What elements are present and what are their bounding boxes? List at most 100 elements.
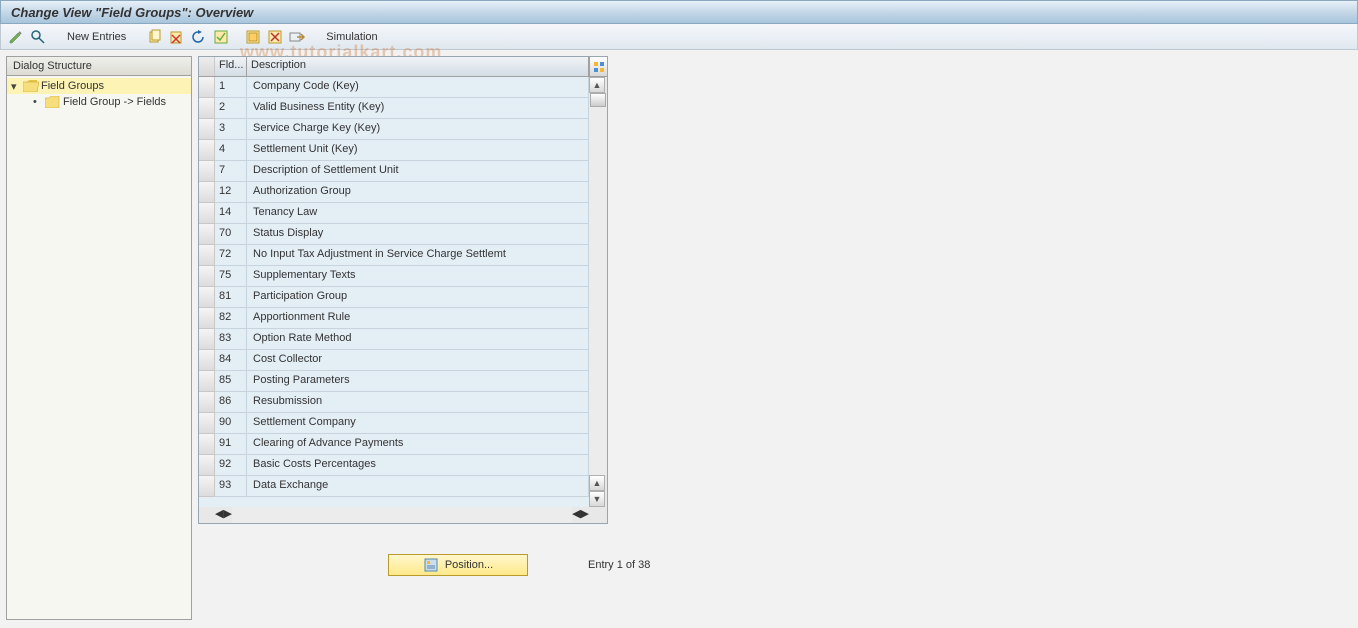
cell-fld[interactable]: 1 <box>215 77 247 98</box>
table-row[interactable]: 92Basic Costs Percentages <box>199 455 589 476</box>
table-row[interactable]: 70Status Display <box>199 224 589 245</box>
cell-description[interactable]: Option Rate Method <box>247 329 589 350</box>
cell-fld[interactable]: 2 <box>215 98 247 119</box>
copy-icon[interactable] <box>146 28 164 46</box>
row-selector[interactable] <box>199 77 215 98</box>
cell-description[interactable]: Supplementary Texts <box>247 266 589 287</box>
horizontal-scrollbar[interactable]: ◀ ▶ ◀ ▶ <box>199 507 607 523</box>
row-selector[interactable] <box>199 203 215 224</box>
row-selector[interactable] <box>199 476 215 497</box>
cell-description[interactable]: Settlement Unit (Key) <box>247 140 589 161</box>
table-row[interactable]: 4Settlement Unit (Key) <box>199 140 589 161</box>
scroll-down-icon[interactable]: ▼ <box>589 491 605 507</box>
row-selector[interactable] <box>199 182 215 203</box>
row-selector[interactable] <box>199 371 215 392</box>
collapse-icon[interactable]: ▾ <box>11 80 23 93</box>
scroll-left-icon[interactable]: ◀ <box>215 507 223 523</box>
cell-description[interactable]: Participation Group <box>247 287 589 308</box>
scroll-left2-icon[interactable]: ◀ <box>572 507 580 523</box>
table-row[interactable]: 83Option Rate Method <box>199 329 589 350</box>
row-selector[interactable] <box>199 98 215 119</box>
select-block-icon[interactable] <box>244 28 262 46</box>
table-row[interactable]: 72No Input Tax Adjustment in Service Cha… <box>199 245 589 266</box>
table-row[interactable]: 3Service Charge Key (Key) <box>199 119 589 140</box>
select-all-icon[interactable] <box>212 28 230 46</box>
table-row[interactable]: 14Tenancy Law <box>199 203 589 224</box>
cell-fld[interactable]: 93 <box>215 476 247 497</box>
column-header-description[interactable]: Description <box>247 57 589 76</box>
row-selector[interactable] <box>199 119 215 140</box>
cell-description[interactable]: Apportionment Rule <box>247 308 589 329</box>
table-row[interactable]: 1Company Code (Key) <box>199 77 589 98</box>
row-selector[interactable] <box>199 329 215 350</box>
cell-fld[interactable]: 82 <box>215 308 247 329</box>
scroll-down-arrow-up-icon[interactable]: ▲ <box>589 475 605 491</box>
table-row[interactable]: 86Resubmission <box>199 392 589 413</box>
tree-node-field-group-fields[interactable]: • Field Group -> Fields <box>7 94 191 110</box>
cell-fld[interactable]: 86 <box>215 392 247 413</box>
find-icon[interactable] <box>29 28 47 46</box>
scroll-right2-icon[interactable]: ▶ <box>581 507 589 523</box>
cell-fld[interactable]: 12 <box>215 182 247 203</box>
new-entries-button[interactable]: New Entries <box>61 31 132 43</box>
deselect-all-icon[interactable] <box>266 28 284 46</box>
row-selector[interactable] <box>199 140 215 161</box>
table-row[interactable]: 91Clearing of Advance Payments <box>199 434 589 455</box>
cell-fld[interactable]: 7 <box>215 161 247 182</box>
cell-description[interactable]: No Input Tax Adjustment in Service Charg… <box>247 245 589 266</box>
table-row[interactable]: 84Cost Collector <box>199 350 589 371</box>
cell-fld[interactable]: 84 <box>215 350 247 371</box>
cell-description[interactable]: Tenancy Law <box>247 203 589 224</box>
cell-fld[interactable]: 81 <box>215 287 247 308</box>
cell-fld[interactable]: 75 <box>215 266 247 287</box>
row-selector[interactable] <box>199 350 215 371</box>
cell-fld[interactable]: 92 <box>215 455 247 476</box>
table-row[interactable]: 93Data Exchange <box>199 476 589 497</box>
cell-description[interactable]: Cost Collector <box>247 350 589 371</box>
vertical-scrollbar[interactable]: ▲ ▲ ▼ <box>589 77 607 507</box>
cell-description[interactable]: Data Exchange <box>247 476 589 497</box>
tree-node-field-groups[interactable]: ▾ Field Groups <box>7 78 191 94</box>
cell-fld[interactable]: 72 <box>215 245 247 266</box>
table-settings-icon[interactable] <box>589 57 607 76</box>
simulation-button[interactable]: Simulation <box>320 31 383 43</box>
cell-description[interactable]: Basic Costs Percentages <box>247 455 589 476</box>
cell-description[interactable]: Service Charge Key (Key) <box>247 119 589 140</box>
row-selector[interactable] <box>199 161 215 182</box>
cell-description[interactable]: Description of Settlement Unit <box>247 161 589 182</box>
scroll-thumb[interactable] <box>590 93 606 107</box>
column-header-fld[interactable]: Fld... <box>215 57 247 76</box>
cell-fld[interactable]: 85 <box>215 371 247 392</box>
row-selector[interactable] <box>199 413 215 434</box>
delete-icon[interactable] <box>168 28 186 46</box>
undo-icon[interactable] <box>190 28 208 46</box>
position-button[interactable]: Position... <box>388 554 528 576</box>
row-selector[interactable] <box>199 287 215 308</box>
cell-description[interactable]: Status Display <box>247 224 589 245</box>
cell-description[interactable]: Clearing of Advance Payments <box>247 434 589 455</box>
cell-description[interactable]: Company Code (Key) <box>247 77 589 98</box>
cell-description[interactable]: Posting Parameters <box>247 371 589 392</box>
table-row[interactable]: 85Posting Parameters <box>199 371 589 392</box>
select-all-header[interactable] <box>199 57 215 76</box>
toggle-display-change-icon[interactable] <box>7 28 25 46</box>
cell-description[interactable]: Authorization Group <box>247 182 589 203</box>
cell-fld[interactable]: 91 <box>215 434 247 455</box>
scroll-up-icon[interactable]: ▲ <box>589 77 605 93</box>
cell-description[interactable]: Valid Business Entity (Key) <box>247 98 589 119</box>
cell-fld[interactable]: 70 <box>215 224 247 245</box>
cell-fld[interactable]: 4 <box>215 140 247 161</box>
table-row[interactable]: 82Apportionment Rule <box>199 308 589 329</box>
row-selector[interactable] <box>199 434 215 455</box>
cell-description[interactable]: Resubmission <box>247 392 589 413</box>
table-row[interactable]: 12Authorization Group <box>199 182 589 203</box>
row-selector[interactable] <box>199 455 215 476</box>
table-row[interactable]: 2Valid Business Entity (Key) <box>199 98 589 119</box>
table-row[interactable]: 90Settlement Company <box>199 413 589 434</box>
cell-fld[interactable]: 90 <box>215 413 247 434</box>
row-selector[interactable] <box>199 245 215 266</box>
table-row[interactable]: 75Supplementary Texts <box>199 266 589 287</box>
row-selector[interactable] <box>199 224 215 245</box>
cell-fld[interactable]: 3 <box>215 119 247 140</box>
cell-description[interactable]: Settlement Company <box>247 413 589 434</box>
